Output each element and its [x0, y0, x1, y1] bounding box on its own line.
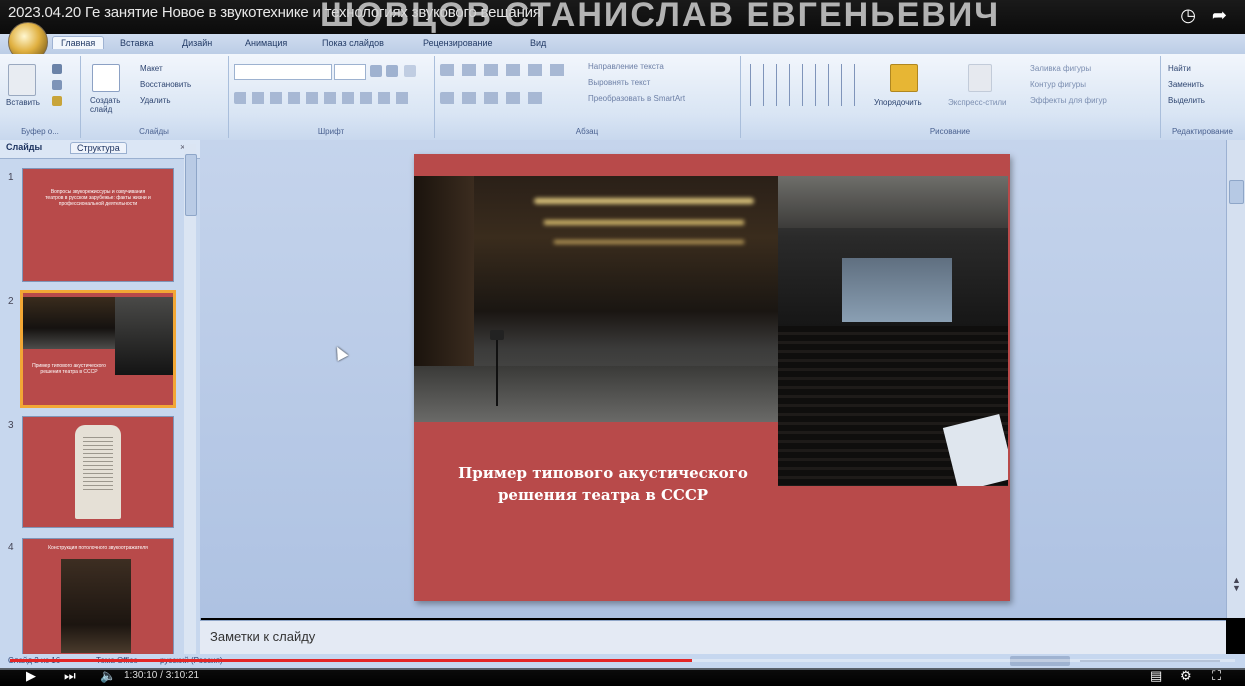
window-title-bar: 2023.04.20 Ге занятие Новое в звукотехни… [0, 0, 1245, 34]
group-editing: Найти Заменить Выделить Редактирование [1160, 56, 1245, 138]
tripod [496, 336, 498, 406]
tab-insert[interactable]: Вставка [120, 38, 153, 48]
thumb-number: 3 [8, 420, 14, 431]
video-time: 1:30:10 / 3:10:21 [124, 670, 200, 681]
font-size-select[interactable] [334, 64, 366, 80]
canvas-scroll-thumb[interactable] [1229, 180, 1244, 204]
tab-outline[interactable]: Структура [70, 142, 127, 154]
thumb-text: Конструкция потолочного звукоотражателя [48, 545, 148, 551]
thumb-photo [61, 559, 131, 653]
video-progress-fill[interactable] [10, 659, 692, 662]
clear-format-icon[interactable] [404, 65, 416, 77]
group-font: Шрифт [228, 56, 435, 138]
shapes-gallery[interactable] [748, 64, 858, 106]
tab-slideshow[interactable]: Показ слайдов [322, 38, 384, 48]
group-label-font: Шрифт [317, 127, 345, 136]
align-text-button[interactable]: Выровнять текст [588, 78, 650, 87]
ribbon-tab-bar: Главная Вставка Дизайн Анимация Показ сл… [0, 34, 1245, 54]
panel-tabs: Слайды Структура × [0, 140, 200, 159]
shape-effects-button[interactable]: Эффекты для фигур [1030, 96, 1107, 105]
tab-home[interactable]: Главная [52, 36, 105, 49]
notes-placeholder: Заметки к слайду [210, 629, 316, 644]
thumb-number: 2 [8, 296, 14, 307]
cut-icon[interactable] [52, 64, 62, 74]
thumb-number: 4 [8, 542, 14, 553]
panel-scrollbar[interactable] [184, 144, 197, 654]
clock-icon[interactable]: ◷ [1180, 5, 1196, 25]
thumb-text: Пример типового акустического решения те… [32, 363, 106, 375]
tab-review[interactable]: Рецензирование [423, 38, 493, 48]
copy-icon[interactable] [52, 80, 62, 90]
subtitles-icon[interactable]: ▤ [1150, 668, 1162, 684]
new-slide-button[interactable]: Создать слайд [90, 96, 130, 114]
grow-font-icon[interactable] [370, 65, 382, 77]
select-button[interactable]: Выделить [1168, 96, 1205, 105]
group-paragraph: Направление текста Выровнять текст Преоб… [434, 56, 741, 138]
settings-icon[interactable]: ⚙ [1180, 668, 1192, 684]
tab-slides[interactable]: Слайды [6, 142, 42, 152]
tab-animation[interactable]: Анимация [245, 38, 287, 48]
group-label-slides: Слайды [139, 127, 169, 136]
notes-pane[interactable]: Заметки к слайду [200, 620, 1226, 655]
align-buttons[interactable] [440, 92, 550, 104]
stage-opening [842, 258, 952, 322]
slide-thumb-2-selected[interactable]: Пример типового акустического решения те… [20, 290, 176, 408]
caption-line-2: решения театра в СССР [497, 486, 709, 504]
slide-photo-hall [778, 176, 1008, 486]
thumb-photo [115, 297, 173, 375]
paste-button[interactable]: Вставить [6, 98, 40, 107]
caption-line-1: Пример типового акустического [458, 464, 748, 482]
panel-scroll-thumb[interactable] [185, 154, 197, 216]
tab-design[interactable]: Дизайн [182, 38, 212, 48]
replace-button[interactable]: Заменить [1168, 80, 1204, 89]
group-label-clipboard: Буфер о... [21, 127, 59, 136]
thumb-hall-plan [75, 425, 121, 519]
prev-next-slide-icon[interactable]: ▲ ▼ [1232, 576, 1241, 593]
slide-thumb-3[interactable] [22, 416, 174, 528]
new-slide-icon[interactable] [92, 64, 120, 92]
thumb-text: Вопросы звукорежиссуры и озвучивания теа… [45, 189, 151, 207]
top-right-controls: ◷ ➦ [1164, 5, 1227, 26]
volume-icon[interactable]: 🔈 [100, 668, 116, 684]
font-family-select[interactable] [234, 64, 332, 80]
group-label-paragraph: Абзац [575, 127, 599, 136]
paste-icon[interactable] [8, 64, 36, 96]
arrange-button[interactable]: Упорядочить [874, 98, 922, 107]
group-drawing: Упорядочить Экспресс-стили Заливка фигур… [740, 56, 1161, 138]
convert-smartart-button[interactable]: Преобразовать в SmartArt [588, 94, 685, 103]
play-icon[interactable]: ▶ [26, 668, 36, 684]
delete-slide-button[interactable]: Удалить [140, 96, 171, 105]
ribbon: Вставить Буфер о... Создать слайд Макет … [0, 54, 1245, 141]
list-buttons[interactable] [440, 64, 570, 76]
canvas-scrollbar[interactable]: ▲ ▼ [1226, 140, 1245, 618]
group-label-editing: Редактирование [1172, 127, 1233, 136]
tab-view[interactable]: Вид [530, 38, 546, 48]
share-icon[interactable]: ➦ [1212, 5, 1227, 25]
layout-button[interactable]: Макет [140, 64, 163, 73]
speaker-name-overlay: ШОВЦОВ СТАНИСЛАВ ЕВГЕНЬЕВИЧ [320, 0, 1001, 34]
group-slides: Создать слайд Макет Восстановить Удалить… [80, 56, 229, 138]
slide-thumb-1[interactable]: Вопросы звукорежиссуры и озвучивания теа… [22, 168, 174, 282]
format-painter-icon[interactable] [52, 96, 62, 106]
shape-outline-button[interactable]: Контур фигуры [1030, 80, 1086, 89]
thumb-number: 1 [8, 172, 14, 183]
slide-caption[interactable]: Пример типового акустического решения те… [438, 462, 768, 506]
group-clipboard: Вставить Буфер о... [0, 56, 81, 138]
shrink-font-icon[interactable] [386, 65, 398, 77]
quick-styles-button[interactable]: Экспресс-стили [948, 98, 1007, 107]
slide-photo-stage [414, 176, 778, 422]
fullscreen-icon[interactable]: ⛶ [1212, 668, 1221, 684]
next-icon[interactable]: ⏭ [64, 668, 76, 684]
slides-panel: Слайды Структура × 1 Вопросы звукорежисс… [0, 140, 201, 658]
quick-styles-icon[interactable] [968, 64, 992, 92]
thumb-photo [23, 297, 115, 349]
shape-fill-button[interactable]: Заливка фигуры [1030, 64, 1091, 73]
text-direction-button[interactable]: Направление текста [588, 62, 664, 71]
reset-button[interactable]: Восстановить [140, 80, 191, 89]
find-button[interactable]: Найти [1168, 64, 1191, 73]
arrange-icon[interactable] [890, 64, 918, 92]
group-label-drawing: Рисование [929, 127, 971, 136]
font-style-buttons[interactable] [234, 92, 414, 104]
slide-thumb-4[interactable]: Конструкция потолочного звукоотражателя [22, 538, 174, 658]
